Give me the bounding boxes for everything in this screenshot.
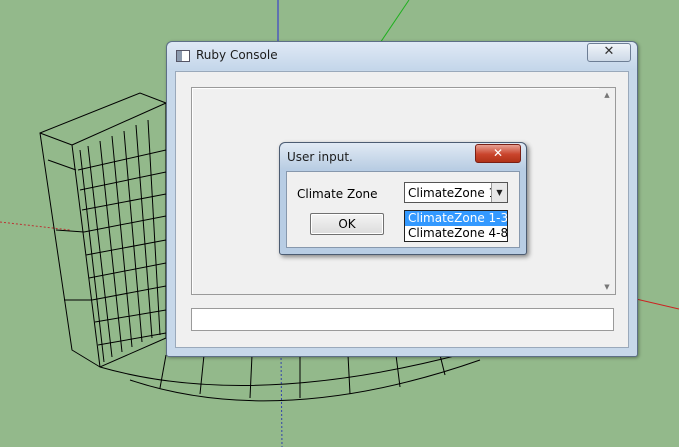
- scroll-up-arrow-icon[interactable]: ▲: [599, 88, 615, 102]
- climate-zone-label: Climate Zone: [297, 187, 378, 201]
- console-titlebar[interactable]: Ruby Console ✕: [167, 42, 637, 70]
- scroll-down-arrow-icon[interactable]: ▼: [599, 280, 615, 294]
- window-icon: [176, 50, 190, 62]
- chevron-down-icon[interactable]: ▼: [491, 183, 507, 202]
- dropdown-option[interactable]: ClimateZone 1-3: [405, 211, 507, 226]
- console-input-field[interactable]: [191, 308, 614, 331]
- dialog-close-button[interactable]: ✕: [475, 144, 521, 163]
- close-icon: ✕: [603, 44, 615, 59]
- console-scrollbar[interactable]: ▲ ▼: [599, 88, 615, 294]
- ok-button[interactable]: OK: [310, 213, 384, 235]
- console-title: Ruby Console: [196, 48, 278, 62]
- close-icon: ✕: [492, 146, 504, 160]
- console-close-button[interactable]: ✕: [587, 43, 631, 62]
- climate-zone-select[interactable]: ClimateZone 1-3 ▼: [404, 182, 508, 203]
- user-input-dialog: User input. ✕ Climate Zone ClimateZone 1…: [279, 142, 527, 255]
- dropdown-option[interactable]: ClimateZone 4-8: [405, 226, 507, 241]
- climate-zone-dropdown-list[interactable]: ClimateZone 1-3 ClimateZone 4-8: [404, 210, 508, 242]
- dialog-title: User input.: [287, 150, 353, 164]
- dialog-titlebar[interactable]: User input. ✕: [280, 143, 526, 169]
- dialog-client-area: Climate Zone ClimateZone 1-3 ▼ OK Climat…: [286, 171, 520, 248]
